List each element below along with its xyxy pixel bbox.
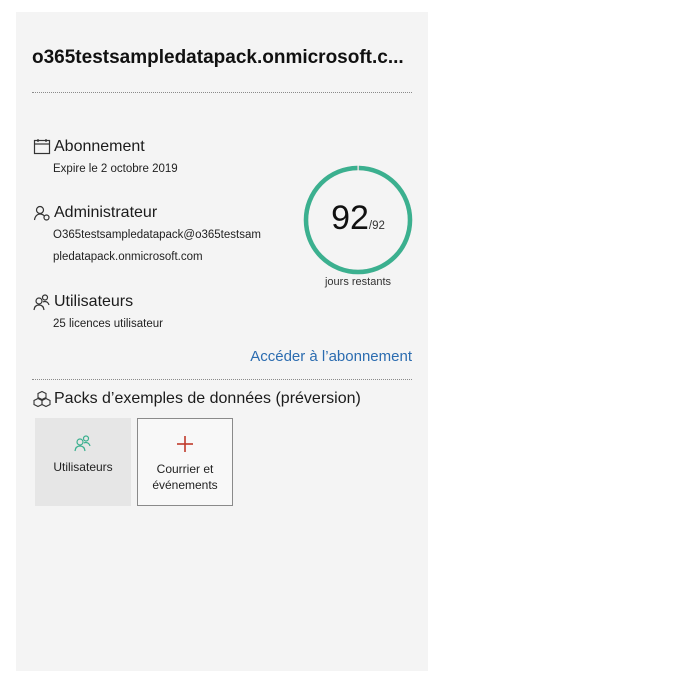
subscription-expiry: Expire le 2 octobre 2019 — [53, 163, 178, 175]
data-packs-section: Packs d’exemples de données (préversion) — [32, 388, 412, 410]
pack-tile-label: Utilisateurs — [53, 460, 113, 474]
pack-tile-users[interactable]: Utilisateurs — [35, 418, 131, 506]
days-caption: jours restants — [324, 276, 392, 288]
users-icon — [32, 292, 52, 312]
days-counter: 92/92 — [302, 199, 414, 238]
days-total-value: /92 — [368, 220, 385, 232]
users-icon — [74, 434, 92, 455]
users-section: Utilisateurs 25 licences utilisateur — [32, 291, 292, 335]
pack-tile-label: Courrier et événements — [152, 462, 218, 492]
subscription-title: Abonnement — [54, 138, 145, 155]
calendar-icon — [32, 137, 52, 157]
users-title: Utilisateurs — [54, 293, 134, 310]
divider — [32, 92, 412, 93]
admin-title: Administrateur — [54, 204, 158, 221]
days-remaining-value: 92 — [331, 199, 369, 237]
subscription-panel: o365testsampledatapack.onmicrosoft.c... … — [16, 12, 428, 671]
admin-email-line1: O365testsampledatapack@o365testsam — [53, 229, 261, 241]
admin-icon — [32, 203, 52, 223]
subscription-section: Abonnement Expire le 2 octobre 2019 — [32, 136, 292, 180]
go-to-subscription-link[interactable]: Accéder à l’abonnement — [250, 348, 412, 365]
divider — [32, 379, 412, 380]
tenant-domain: o365testsampledatapack.onmicrosoft.c... — [32, 47, 404, 68]
admin-section: Administrateur O365testsampledatapack@o3… — [32, 202, 302, 268]
admin-email-line2: pledatapack.onmicrosoft.com — [53, 251, 203, 263]
plus-icon — [175, 434, 195, 457]
packages-icon — [32, 389, 52, 409]
pack-tile-mail-events[interactable]: Courrier et événements — [137, 418, 233, 506]
users-licenses: 25 licences utilisateur — [53, 318, 163, 330]
data-packs-title: Packs d’exemples de données (préversion) — [54, 390, 361, 407]
